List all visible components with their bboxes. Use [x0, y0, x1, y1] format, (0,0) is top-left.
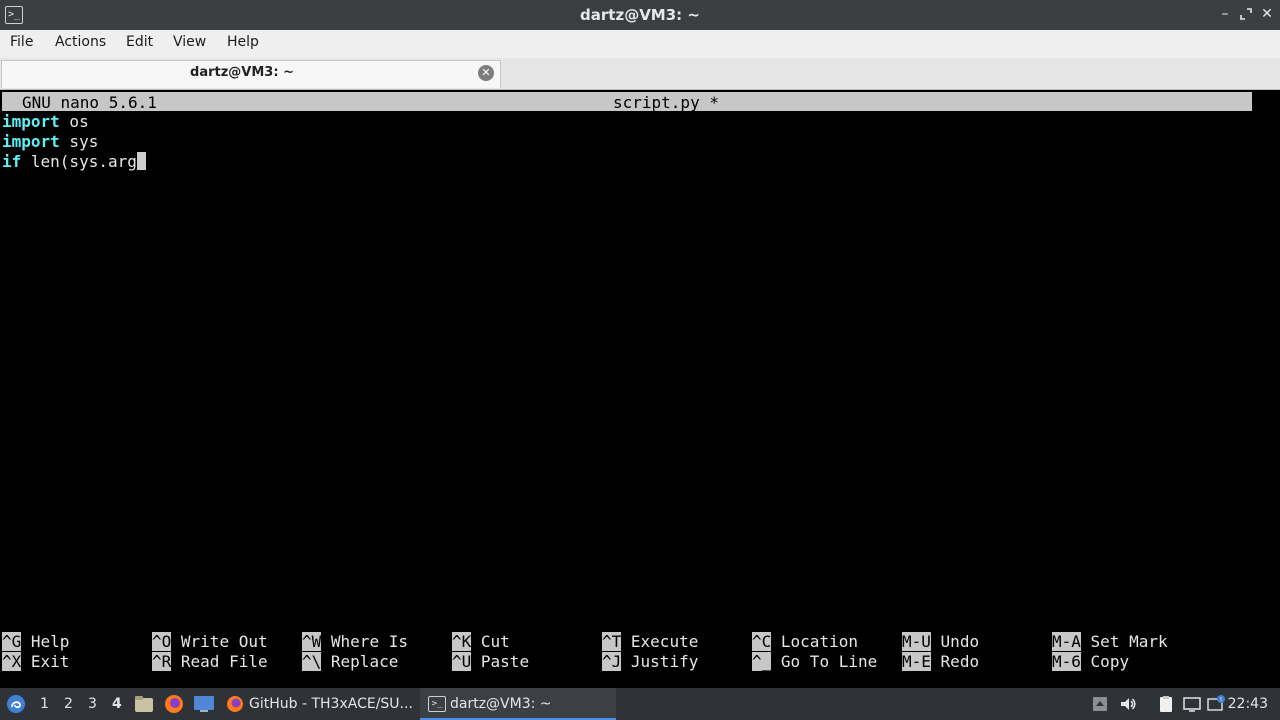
code-line-1: import os — [2, 112, 89, 132]
workspace-4[interactable]: 4 — [112, 696, 122, 712]
shortcut-execute: ^T Execute — [602, 632, 699, 651]
terminal-view[interactable]: GNU nano 5.6.1 script.py * import os imp… — [0, 90, 1280, 688]
shortcut-cut: ^K Cut — [452, 632, 510, 651]
shortcut-paste: ^U Paste — [452, 652, 530, 671]
code-line-3: if len(sys.arg — [2, 152, 146, 172]
task-label: dartz@VM3: ~ — [450, 696, 552, 712]
menu-bar: File Actions Edit View Help — [0, 30, 1280, 59]
nano-filename: script.py * — [613, 93, 719, 112]
svg-text:!: ! — [1220, 697, 1222, 704]
code-keyword: if — [2, 152, 22, 171]
shortcut-exit: ^X Exit — [2, 652, 70, 671]
window-titlebar: >_ dartz@VM3: ~ – ✕ — [0, 0, 1280, 30]
code-line-2: import sys — [2, 132, 98, 152]
shortcut-replace: ^\ Replace — [302, 652, 399, 671]
desktop-icon[interactable] — [193, 695, 215, 713]
screen-icon[interactable] — [1183, 695, 1201, 713]
window-title: dartz@VM3: ~ — [580, 6, 700, 24]
code-text: os — [59, 112, 89, 131]
shortcut-where-is: ^W Where Is — [302, 632, 408, 651]
maximize-icon[interactable] — [1237, 5, 1255, 23]
menu-help[interactable]: Help — [227, 34, 259, 50]
workspace-3[interactable]: 3 — [88, 696, 97, 712]
clipboard-icon[interactable] — [1157, 695, 1175, 713]
menu-view[interactable]: View — [173, 34, 206, 50]
menu-file[interactable]: File — [10, 34, 33, 50]
tab-close-icon[interactable]: ✕ — [478, 65, 494, 81]
workspace-2[interactable]: 2 — [64, 696, 73, 712]
text-cursor — [136, 152, 146, 170]
firefox-launcher-icon[interactable] — [164, 694, 184, 714]
tab-terminal[interactable]: dartz@VM3: ~ ✕ — [1, 60, 501, 88]
clock[interactable]: 22:43 — [1228, 696, 1268, 712]
tab-bar: dartz@VM3: ~ ✕ — [0, 58, 1280, 90]
menu-edit[interactable]: Edit — [126, 34, 153, 50]
shortcut-read-file: ^R Read File — [152, 652, 268, 671]
terminal-scrollbar[interactable] — [1252, 90, 1280, 688]
task-terminal[interactable]: >_ dartz@VM3: ~ — [420, 688, 616, 720]
workspace-1[interactable]: 1 — [40, 696, 49, 712]
tab-title: dartz@VM3: ~ — [190, 65, 294, 80]
file-manager-icon[interactable] — [134, 695, 154, 713]
terminal-icon: >_ — [428, 696, 446, 712]
shortcut-help: ^G Help — [2, 632, 70, 651]
code-keyword: import — [2, 112, 60, 131]
shortcut-location: ^C Location — [752, 632, 858, 651]
menu-actions[interactable]: Actions — [55, 34, 106, 50]
minimize-icon[interactable]: – — [1216, 5, 1234, 23]
code-text: len(sys.arg — [21, 152, 137, 171]
start-menu-icon[interactable] — [6, 694, 26, 714]
shortcut-copy: M-6 Copy — [1052, 652, 1130, 671]
shortcut-redo: M-E Redo — [902, 652, 980, 671]
code-keyword: import — [2, 132, 60, 151]
close-icon[interactable]: ✕ — [1258, 5, 1276, 23]
shortcut-undo: M-U Undo — [902, 632, 980, 651]
task-label: GitHub - TH3xACE/SU... — [249, 696, 413, 712]
update-icon[interactable]: ! — [1207, 695, 1225, 713]
shortcut-go-to-line: ^_ Go To Line — [752, 652, 878, 671]
shortcut-write-out: ^O Write Out — [152, 632, 268, 651]
shortcut-justify: ^J Justify — [602, 652, 699, 671]
firefox-icon — [226, 695, 244, 713]
taskbar: 1 2 3 4 GitHub - TH3xACE/SU... >_ dartz@… — [0, 688, 1280, 720]
tray-expand-icon[interactable] — [1091, 695, 1109, 713]
volume-icon[interactable] — [1119, 695, 1137, 713]
task-firefox[interactable]: GitHub - TH3xACE/SU... — [220, 688, 416, 720]
shortcut-set-mark: M-A Set Mark — [1052, 632, 1168, 651]
nano-version: GNU nano 5.6.1 — [22, 93, 157, 112]
nano-header-bar: GNU nano 5.6.1 script.py * — [2, 92, 1252, 112]
code-text: sys — [59, 132, 99, 151]
